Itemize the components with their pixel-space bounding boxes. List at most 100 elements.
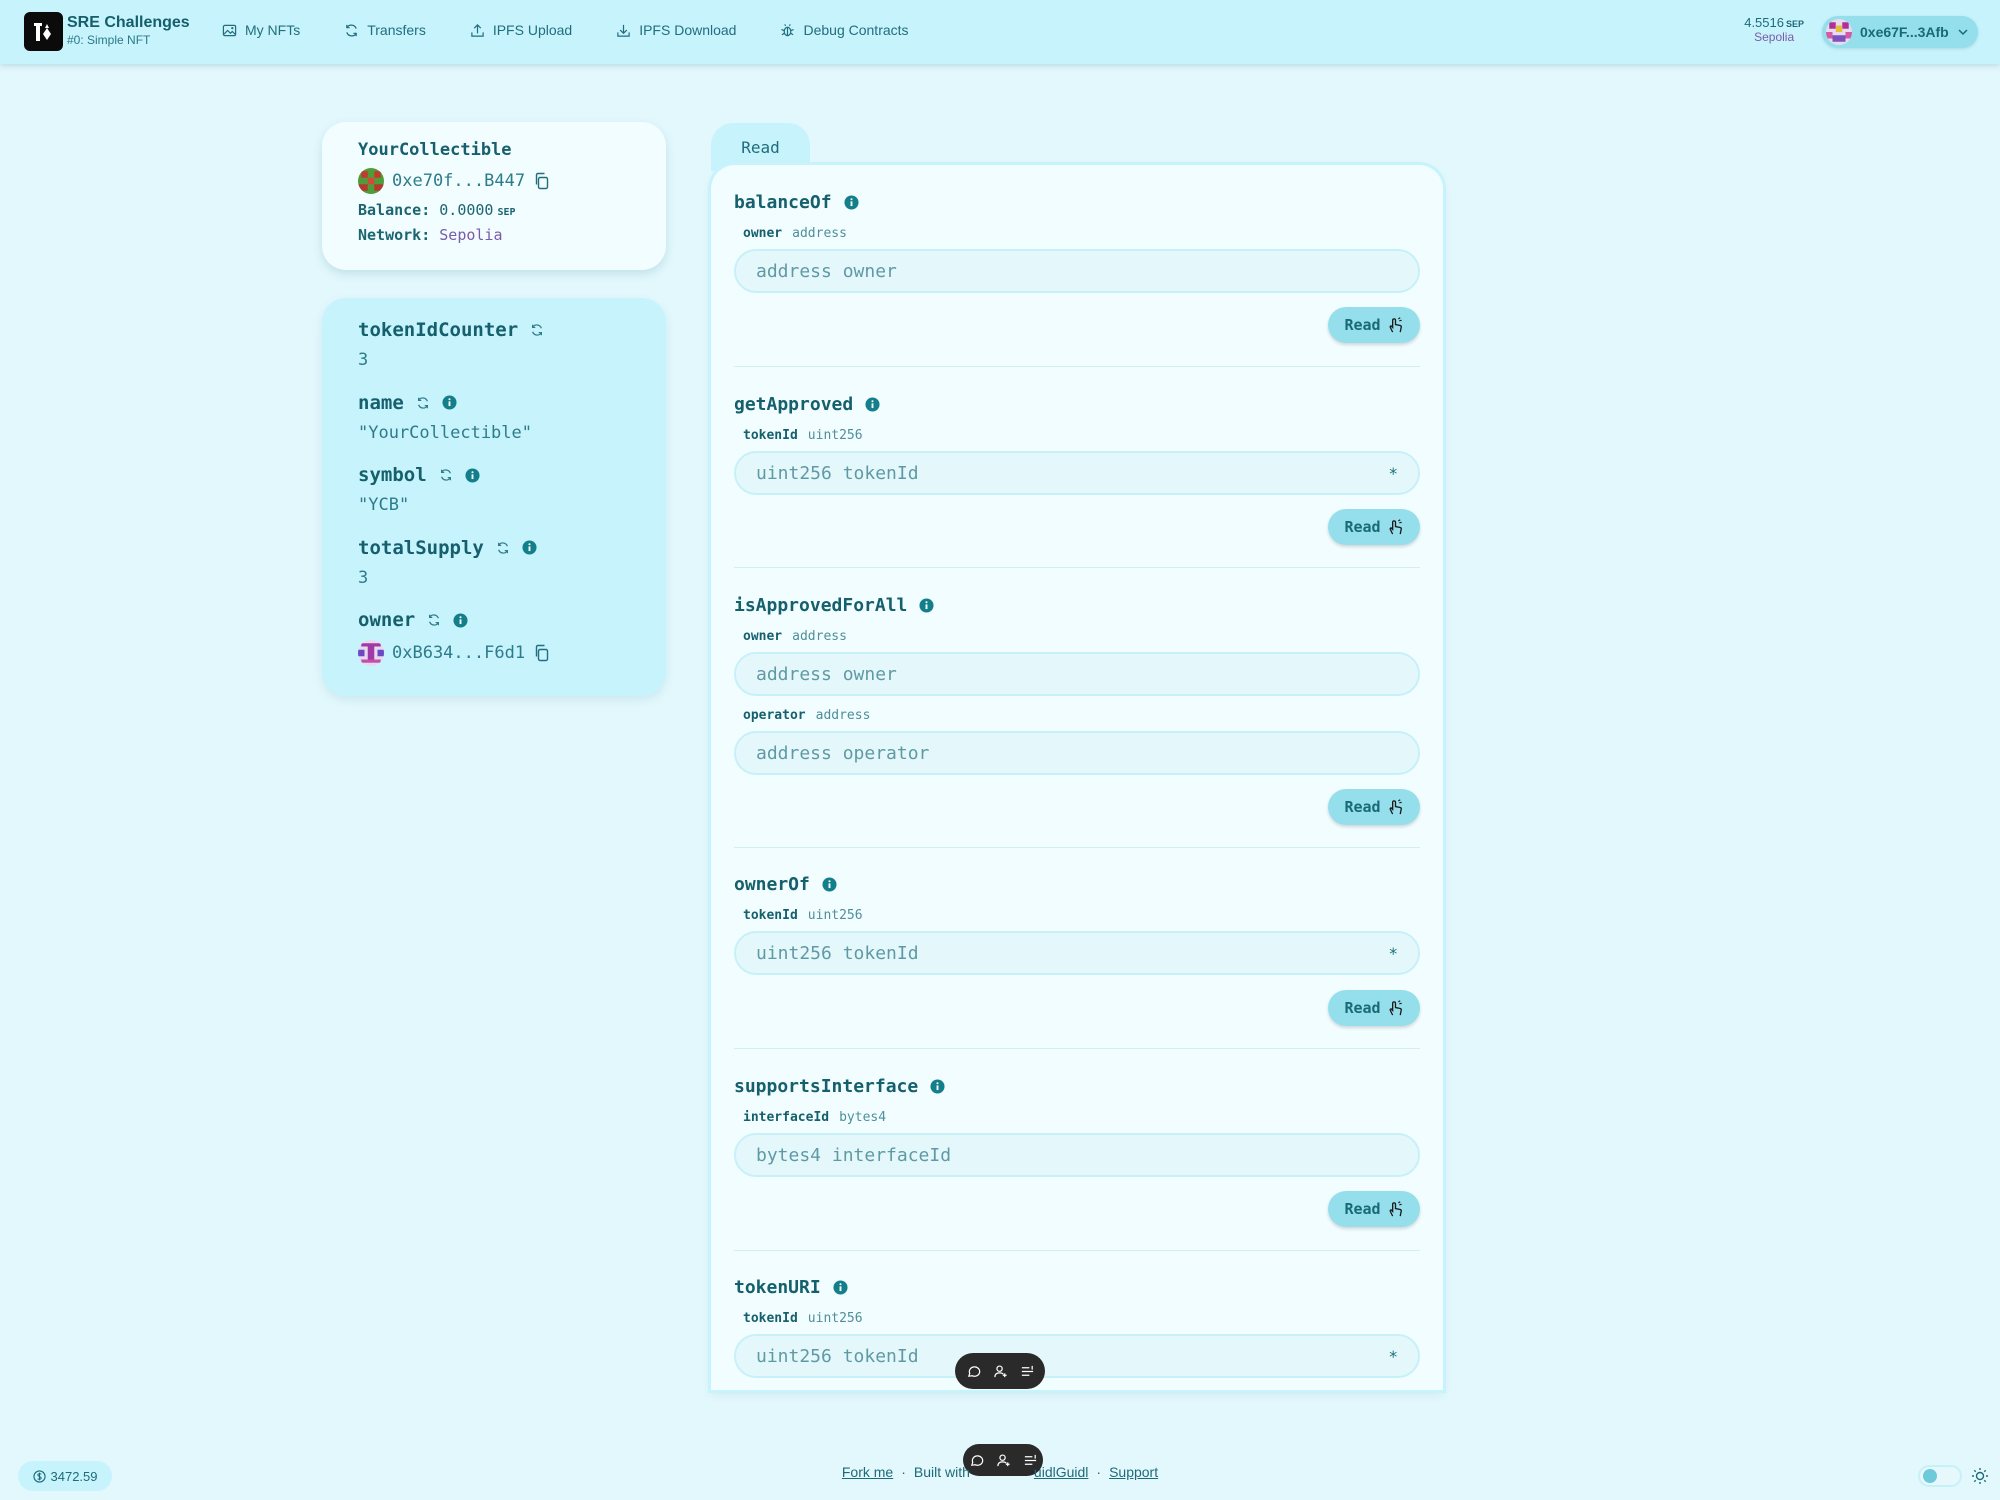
- info-icon[interactable]: [453, 612, 468, 628]
- variable-name: totalSupply: [358, 536, 484, 559]
- param-type: address: [815, 708, 871, 723]
- nav-debug-contracts[interactable]: Debug Contracts: [768, 20, 920, 40]
- function-balanceof: balanceOf owner address address owner: [734, 190, 1420, 293]
- footer-separator: ·: [901, 1464, 906, 1480]
- tab-read[interactable]: Read: [711, 123, 810, 171]
- support-link[interactable]: Support: [1109, 1464, 1158, 1480]
- param-name: owner: [743, 629, 783, 644]
- read-button-label: Read: [1344, 999, 1381, 1017]
- copy-icon[interactable]: [533, 172, 551, 190]
- owner-input[interactable]: address owner: [734, 249, 1420, 293]
- contract-name: YourCollectible: [358, 140, 512, 160]
- function-supportsinterface: supportsInterface interfaceId bytes4 byte…: [734, 1074, 1420, 1177]
- brand-subtitle: #0: Simple NFT: [67, 33, 151, 47]
- nav-ipfs-download[interactable]: IPFS Download: [604, 20, 748, 40]
- param-name: tokenId: [743, 1311, 798, 1326]
- variable-name: symbol: [358, 464, 427, 486]
- copy-icon[interactable]: [533, 644, 551, 662]
- chevron-down-icon: [1958, 29, 1968, 36]
- upload-icon: [471, 23, 484, 37]
- input-placeholder: address owner: [756, 663, 897, 685]
- param-label: owner address: [743, 629, 1420, 644]
- variable-value: 3: [358, 350, 369, 370]
- add-user-icon[interactable]: [993, 1364, 1008, 1379]
- owner-input[interactable]: address owner: [734, 652, 1420, 696]
- divider: [734, 366, 1420, 367]
- param-type: uint256: [807, 428, 863, 443]
- variable-value: "YCB": [358, 495, 410, 515]
- interfaceid-input[interactable]: bytes4 interfaceId: [734, 1133, 1420, 1177]
- operator-input[interactable]: address operator: [734, 731, 1420, 775]
- info-icon[interactable]: [919, 597, 934, 613]
- multiply-icon[interactable]: *: [1388, 464, 1398, 483]
- variable-tokenidcounter: tokenIdCounter 3: [358, 318, 630, 391]
- contract-balance-value: 0.0000: [439, 201, 494, 219]
- nav-label: Debug Contracts: [803, 22, 909, 38]
- input-placeholder: address owner: [756, 260, 897, 282]
- read-button[interactable]: Read: [1328, 307, 1420, 343]
- theme-toggle[interactable]: [1918, 1465, 1962, 1487]
- fork-me-link[interactable]: Fork me: [842, 1464, 893, 1480]
- info-icon[interactable]: [442, 395, 457, 410]
- logo-icon: [33, 22, 51, 41]
- input-placeholder: uint256 tokenId: [756, 1345, 919, 1367]
- multiply-icon[interactable]: *: [1388, 944, 1398, 963]
- param-label: interfaceId bytes4: [743, 1110, 1420, 1125]
- hand-pointer-icon: [1389, 999, 1402, 1015]
- info-icon[interactable]: [522, 540, 537, 555]
- variable-name: owner: [358, 609, 416, 631]
- app-logo[interactable]: [24, 12, 63, 51]
- param-type: address: [792, 629, 847, 644]
- param-name: tokenId: [743, 428, 798, 443]
- function-name: ownerOf: [734, 873, 810, 895]
- brand[interactable]: SRE Challenges #0: Simple NFT: [67, 13, 190, 47]
- nav-ipfs-upload[interactable]: IPFS Upload: [458, 20, 584, 40]
- refresh-icon[interactable]: [416, 396, 430, 410]
- contract-network-value: Sepolia: [439, 226, 503, 244]
- function-name: supportsInterface: [734, 1075, 919, 1097]
- hand-pointer-icon: [1389, 798, 1402, 814]
- multiply-icon[interactable]: *: [1388, 1347, 1398, 1366]
- balance-unit: SEP: [1785, 19, 1804, 29]
- info-icon[interactable]: [930, 1078, 945, 1094]
- tokenid-input[interactable]: uint256 tokenId *: [734, 931, 1420, 975]
- top-navbar: SRE Challenges #0: Simple NFT My NFTs Tr…: [0, 0, 2000, 64]
- refresh-icon[interactable]: [439, 468, 453, 482]
- read-button[interactable]: Read: [1328, 1191, 1420, 1227]
- buidlguidl-link[interactable]: uidlGuidl: [1034, 1464, 1088, 1480]
- nav-my-nfts[interactable]: My NFTs: [210, 20, 312, 40]
- tokenid-input[interactable]: uint256 tokenId *: [734, 451, 1420, 495]
- param-label: tokenId uint256: [743, 908, 1420, 923]
- balance-label: Balance:: [358, 201, 431, 219]
- read-button[interactable]: Read: [1328, 789, 1420, 825]
- nav-label: IPFS Download: [639, 22, 737, 38]
- list-settings-icon[interactable]: [1020, 1364, 1035, 1379]
- tokenid-input[interactable]: uint256 tokenId *: [734, 1334, 1420, 1378]
- param-label: owner address: [743, 226, 1420, 241]
- input-placeholder: uint256 tokenId: [756, 462, 919, 484]
- download-icon: [617, 24, 630, 37]
- input-placeholder: address operator: [756, 742, 930, 764]
- info-icon[interactable]: [865, 396, 880, 412]
- refresh-icon[interactable]: [530, 323, 544, 337]
- divider: [734, 567, 1420, 568]
- read-button[interactable]: Read: [1328, 990, 1420, 1026]
- info-icon[interactable]: [465, 467, 480, 483]
- info-icon[interactable]: [822, 876, 837, 892]
- chat-icon[interactable]: [966, 1364, 981, 1379]
- bug-icon: [781, 23, 795, 36]
- refresh-icon[interactable]: [496, 541, 510, 555]
- info-icon[interactable]: [844, 194, 859, 210]
- wallet-button[interactable]: 0xe67F...3Afb: [1822, 16, 1978, 48]
- read-button[interactable]: Read: [1328, 509, 1420, 545]
- refresh-icon[interactable]: [427, 613, 441, 627]
- info-icon[interactable]: [833, 1279, 848, 1295]
- contract-network: Network: Sepolia: [358, 226, 630, 244]
- nav-transfers[interactable]: Transfers: [332, 20, 438, 40]
- floating-toolbar: [955, 1353, 1045, 1389]
- param-type: uint256: [807, 908, 863, 923]
- function-isapprovedforall: isApprovedForAll owner address address ow…: [734, 593, 1420, 775]
- divider: [734, 847, 1420, 848]
- function-name: balanceOf: [734, 191, 832, 213]
- owner-avatar: [358, 640, 384, 666]
